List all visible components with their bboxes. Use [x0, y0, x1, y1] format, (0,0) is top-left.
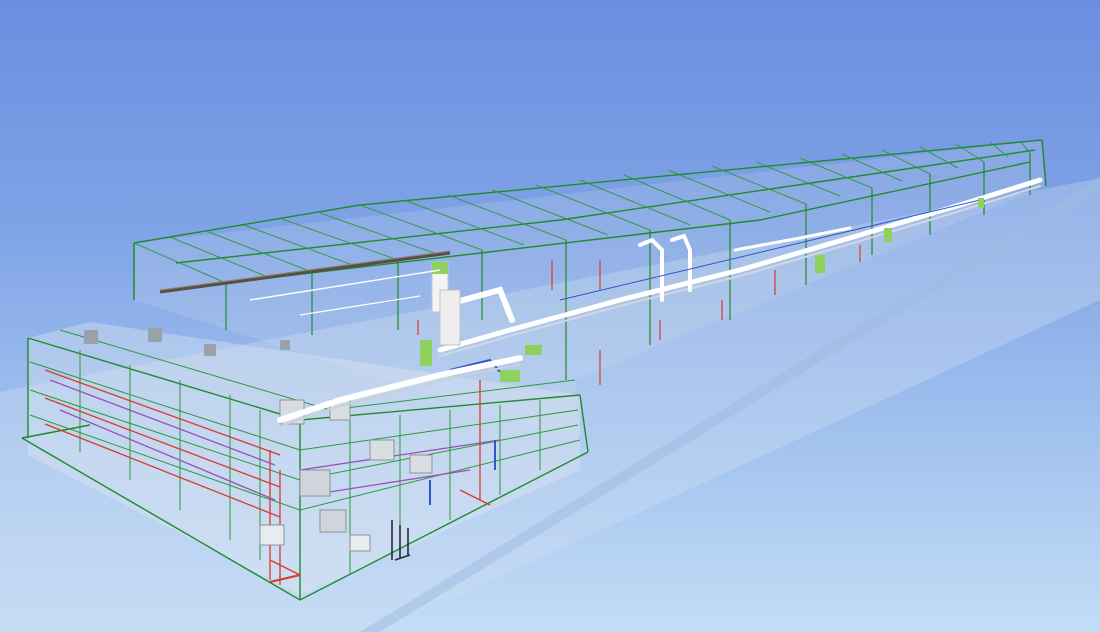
3d-viewport[interactable] [0, 0, 1100, 632]
mep-model-scene[interactable] [0, 0, 1100, 632]
